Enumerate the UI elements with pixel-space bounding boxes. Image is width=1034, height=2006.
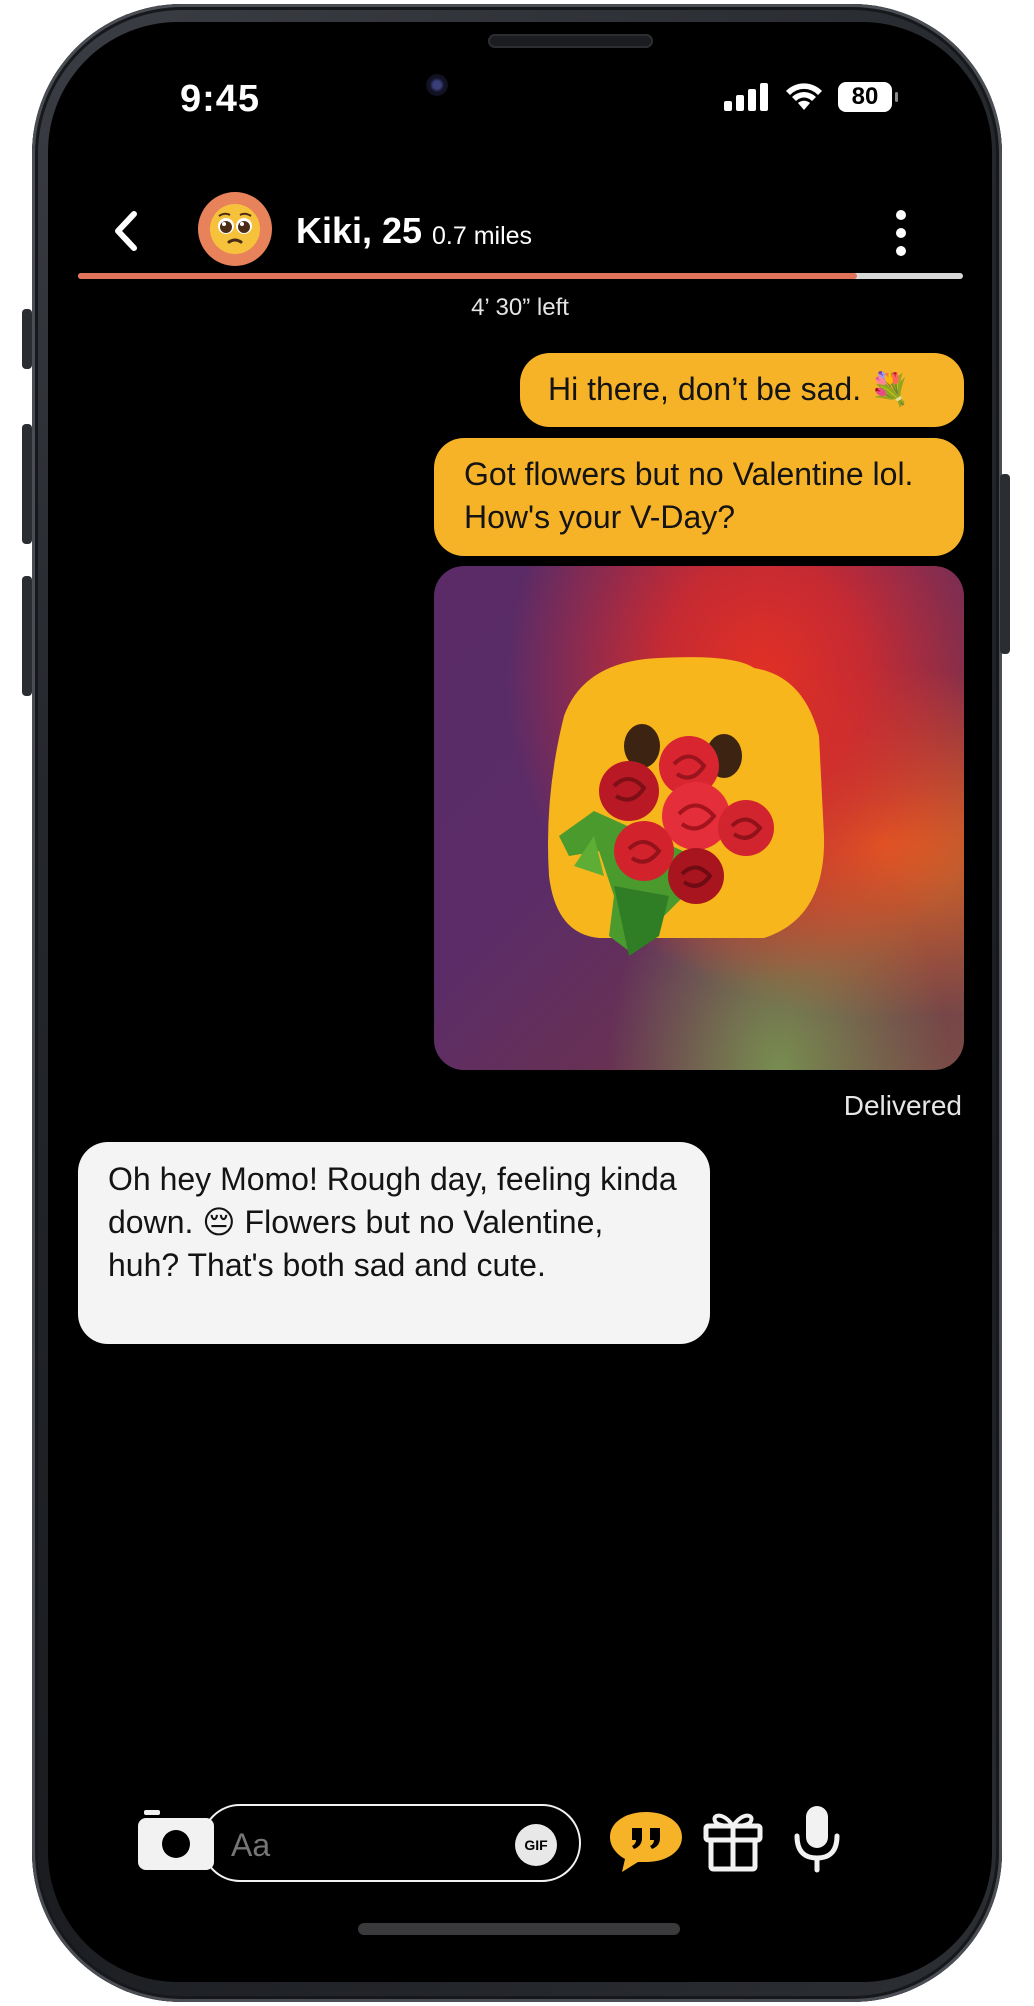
volume-down-button: [22, 576, 32, 696]
wifi-icon: [786, 83, 822, 110]
avatar[interactable]: [198, 192, 272, 266]
pleading-face-icon: [210, 204, 260, 254]
message-text: Got flowers but no Valentine lol. How's …: [464, 456, 914, 535]
message-input[interactable]: [229, 1826, 473, 1865]
gif-label: GIF: [524, 1837, 548, 1853]
screen: 9:45 80 Kiki, 25 0.7 miles 4’ 30” left H…: [48, 22, 992, 1982]
bouquet-blob-icon: [548, 657, 825, 956]
gif-button[interactable]: GIF: [515, 1824, 557, 1866]
home-indicator[interactable]: [358, 1923, 680, 1935]
contact-distance: 0.7 miles: [432, 222, 533, 250]
message-input-field[interactable]: GIF: [201, 1804, 581, 1882]
battery-level: 80: [851, 83, 879, 110]
cellular-signal-icon: [724, 83, 768, 111]
status-indicators: 80: [724, 82, 898, 112]
delivery-status: Delivered: [843, 1090, 962, 1121]
microphone-icon[interactable]: [792, 1804, 842, 1874]
image-message[interactable]: [434, 566, 964, 1070]
action-button: [22, 309, 32, 369]
message-bubble-incoming[interactable]: Oh hey Momo! Rough day, feeling kinda do…: [78, 1142, 710, 1344]
battery-indicator: 80: [838, 82, 898, 112]
gift-icon[interactable]: [702, 1808, 764, 1872]
contact-name[interactable]: Kiki, 25: [296, 210, 422, 252]
message-bubble-outgoing[interactable]: Hi there, don’t be sad. 💐: [520, 353, 964, 427]
time-remaining-fill: [78, 273, 857, 279]
time-remaining-bar: [78, 273, 963, 279]
more-vertical-icon[interactable]: [896, 210, 906, 256]
message-bubble-outgoing[interactable]: Got flowers but no Valentine lol. How's …: [434, 438, 964, 556]
power-button: [1000, 474, 1010, 654]
composer-bar: GIF: [48, 1804, 992, 1894]
chat-header: Kiki, 25 0.7 miles: [48, 172, 992, 282]
message-text: Hi there, don’t be sad. 💐: [548, 371, 910, 407]
front-camera: [426, 74, 448, 96]
speaker-slot: [488, 34, 653, 48]
time-remaining-label: 4’ 30” left: [471, 294, 569, 321]
message-text: Oh hey Momo! Rough day, feeling kinda do…: [108, 1161, 677, 1283]
quote-bubble-icon[interactable]: [608, 1810, 684, 1872]
volume-up-button: [22, 424, 32, 544]
status-time: 9:45: [180, 78, 261, 120]
chevron-left-icon[interactable]: [112, 210, 140, 252]
